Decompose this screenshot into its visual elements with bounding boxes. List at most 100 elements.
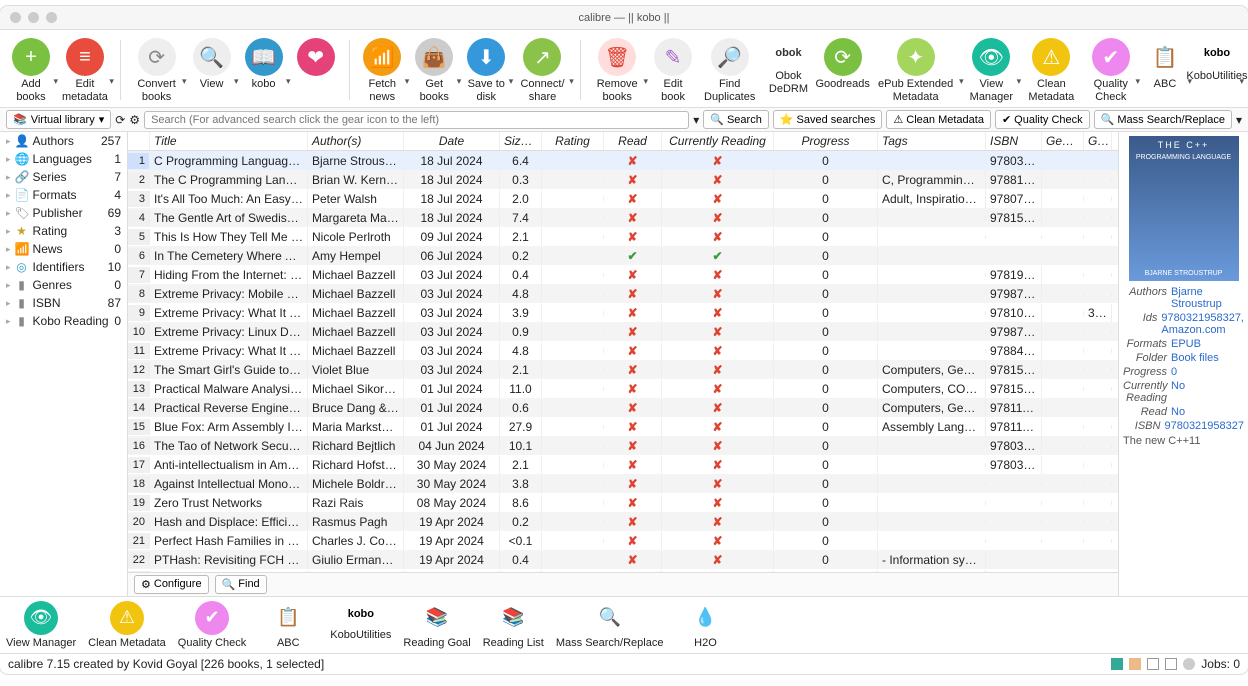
sync-icon[interactable]: ⟳ (115, 113, 125, 127)
toolbar-convert-books[interactable]: ⟳Convert books▾ (129, 36, 185, 105)
table-row[interactable]: 3It's All Too Much: An Easy Pla…Peter Wa… (128, 189, 1118, 208)
virtual-library-button[interactable]: 📚 Virtual library ▾ (6, 110, 111, 129)
table-row[interactable]: 6In The Cemetery Where Al Jols…Amy Hempe… (128, 246, 1118, 265)
bottom-reading-list[interactable]: 📚Reading List (483, 601, 544, 649)
toolbar-remove-books[interactable]: 🗑Remove books▾ (588, 36, 646, 105)
column-header[interactable]: Size… (500, 132, 542, 150)
toolbar-edit-book[interactable]: ✎Edit book (648, 36, 698, 105)
toolbar-view[interactable]: 🔍View▾ (187, 36, 237, 93)
table-row[interactable]: 16The Tao of Network Security …Richard B… (128, 436, 1118, 455)
toolbar-connect-share[interactable]: ↗Connect/ share▾ (513, 36, 571, 105)
table-row[interactable]: 2The C Programming LanguageBrian W. Kern… (128, 170, 1118, 189)
table-row[interactable]: 20Hash and Displace: Efficient E…Rasmus … (128, 512, 1118, 531)
table-row[interactable]: 13Practical Malware Analysis: Th…Michael… (128, 379, 1118, 398)
sidebar-item-news[interactable]: ▸📶News0 (0, 240, 127, 258)
table-row[interactable]: 9Extreme Privacy: What It Take…Michael B… (128, 303, 1118, 322)
column-header[interactable]: Author(s) (308, 132, 404, 150)
table-row[interactable]: 15Blue Fox: Arm Assembly Inter…Maria Mar… (128, 417, 1118, 436)
configure-button[interactable]: ⚙Configure (134, 575, 209, 594)
chevron-down-icon[interactable]: ▾ (693, 113, 699, 127)
bottom-abc[interactable]: 📋ABC (258, 601, 318, 649)
toolbar-heart[interactable]: ❤ (291, 36, 341, 80)
bottom-quality-check[interactable]: ✔Quality Check (178, 601, 246, 649)
sidebar-item-rating[interactable]: ▸★Rating3 (0, 222, 127, 240)
search-button[interactable]: 🔍Search (703, 110, 769, 129)
find-button[interactable]: 🔍Find (215, 575, 267, 594)
column-header[interactable]: Tags (878, 132, 986, 150)
detail-row: Currently ReadingNo (1119, 379, 1248, 405)
toolbar-save-to-disk[interactable]: ⬇Save to disk▾ (461, 36, 511, 105)
layout-icon[interactable] (1129, 658, 1141, 670)
quality-check-button[interactable]: ✔Quality Check (995, 110, 1090, 129)
window-controls[interactable] (10, 12, 57, 23)
column-header[interactable]: Currently Reading (662, 132, 774, 150)
clean-metadata-button[interactable]: ⚠Clean Metadata (886, 110, 991, 129)
toolbar-quality-check[interactable]: ✔Quality Check▾ (1084, 36, 1138, 105)
toolbar-fetch-news[interactable]: 📶Fetch news▾ (357, 36, 407, 105)
toolbar-find-duplicates[interactable]: 🔎Find Duplicates (700, 36, 759, 105)
table-row[interactable]: 4The Gentle Art of Swedish Dea…Margareta… (128, 208, 1118, 227)
search-bar: 📚 Virtual library ▾ ⟳ ⚙ ▾ 🔍Search ⭐Saved… (0, 108, 1248, 132)
sidebar-item-publisher[interactable]: ▸🏷Publisher69 (0, 204, 127, 222)
table-row[interactable]: 18Against Intellectual MonopolyMichele B… (128, 474, 1118, 493)
sidebar-item-series[interactable]: ▸🔗Series7 (0, 168, 127, 186)
table-row[interactable]: 19Zero Trust NetworksRazi Rais08 May 202… (128, 493, 1118, 512)
table-row[interactable]: 11Extreme Privacy: What It Take…Michael … (128, 341, 1118, 360)
toolbar-edit-metadata[interactable]: ≡Edit metadata▾ (58, 36, 112, 105)
layout-icon[interactable] (1111, 658, 1123, 670)
column-header[interactable]: Genres (1042, 132, 1084, 150)
mass-search-replace-button[interactable]: 🔍Mass Search/Replace (1094, 110, 1232, 129)
table-row[interactable]: 1C Programming Language, …Bjarne Stroust… (128, 151, 1118, 170)
detail-more: The new C++11 (1119, 433, 1248, 449)
toolbar-add-books[interactable]: +Add books▾ (6, 36, 56, 105)
toolbar-clean-metadata[interactable]: ⚠Clean Metadata (1021, 36, 1082, 105)
bottom-view-manager[interactable]: 👁View Manager (6, 601, 76, 649)
sidebar-item-identifiers[interactable]: ▸◎Identifiers10 (0, 258, 127, 276)
table-row[interactable]: 22PTHash: Revisiting FCH Mini…Giulio Erm… (128, 550, 1118, 569)
toolbar-view-manager[interactable]: 👁View Manager▾ (964, 36, 1019, 105)
table-row[interactable]: 21Perfect Hash Families in Polyn…Charles… (128, 531, 1118, 550)
table-row[interactable]: 14Practical Reverse Engineering:…Bruce D… (128, 398, 1118, 417)
toolbar-goodreads[interactable]: ⟳Goodreads (818, 36, 868, 93)
saved-searches-button[interactable]: ⭐Saved searches (773, 110, 883, 129)
table-row[interactable]: 12The Smart Girl's Guide to Priv…Violet … (128, 360, 1118, 379)
column-header[interactable]: Rating (542, 132, 604, 150)
search-input[interactable] (144, 111, 689, 129)
toolbar-epub-extended-metadata[interactable]: ✦ePub Extended Metadata▾ (870, 36, 962, 105)
bottom-mass-search-replace[interactable]: 🔍Mass Search/Replace (556, 601, 664, 649)
layout-icon[interactable] (1165, 658, 1177, 670)
toolbar-get-books[interactable]: 👜Get books▾ (409, 36, 459, 105)
bottom-reading-goal[interactable]: 📚Reading Goal (403, 601, 470, 649)
layout-icon[interactable] (1147, 658, 1159, 670)
table-row[interactable]: 7Hiding From the Internet: Eli…Michael B… (128, 265, 1118, 284)
jobs-label[interactable]: Jobs: 0 (1201, 657, 1240, 671)
toolbar-abc[interactable]: 📋ABC▾ (1140, 36, 1190, 93)
sidebar-item-genres[interactable]: ▸▮Genres0 (0, 276, 127, 294)
bottom-h-o[interactable]: 💧H2O (675, 601, 735, 649)
column-header[interactable]: Date (404, 132, 500, 150)
bottom-clean-metadata[interactable]: ⚠Clean Metadata (88, 601, 166, 649)
column-header[interactable]: ISBN (986, 132, 1042, 150)
table-row[interactable]: 10Extreme Privacy: Linux DevicesMichael … (128, 322, 1118, 341)
column-header[interactable]: Goal (1084, 132, 1112, 150)
toolbar-obok-dedrm[interactable]: obokObok DeDRM (761, 36, 815, 97)
table-row[interactable]: 8Extreme Privacy: Mobile Devic…Michael B… (128, 284, 1118, 303)
layout-icon[interactable] (1183, 658, 1195, 670)
sidebar-item-kobo-reading[interactable]: ▸▮Kobo Reading0 (0, 312, 127, 330)
chevron-down-icon[interactable]: ▾ (1236, 113, 1242, 127)
table-row[interactable]: 5This Is How They Tell Me the …Nicole Pe… (128, 227, 1118, 246)
table-header[interactable]: TitleAuthor(s)DateSize…RatingReadCurrent… (128, 132, 1118, 151)
toolbar-koboutilities[interactable]: koboKoboUtilities▾ (1192, 36, 1242, 85)
sidebar-item-languages[interactable]: ▸🌐Languages1 (0, 150, 127, 168)
toolbar-kobo[interactable]: 📖kobo▾ (239, 36, 289, 93)
column-header[interactable]: Progress (774, 132, 878, 150)
table-row[interactable]: 17Anti-intellectualism in Americ…Richard… (128, 455, 1118, 474)
bottom-koboutilities[interactable]: koboKoboUtilities (330, 601, 391, 641)
sidebar-item-formats[interactable]: ▸📄Formats4 (0, 186, 127, 204)
sidebar-item-isbn[interactable]: ▸▮ISBN87 (0, 294, 127, 312)
column-header[interactable]: Read (604, 132, 662, 150)
gear-icon[interactable]: ⚙ (129, 113, 140, 127)
column-header[interactable]: Title (150, 132, 308, 150)
cover-image[interactable]: THE C++ PROGRAMMING LANGUAGE BJARNE STRO… (1129, 136, 1239, 281)
sidebar-item-authors[interactable]: ▸👤Authors257 (0, 132, 127, 150)
